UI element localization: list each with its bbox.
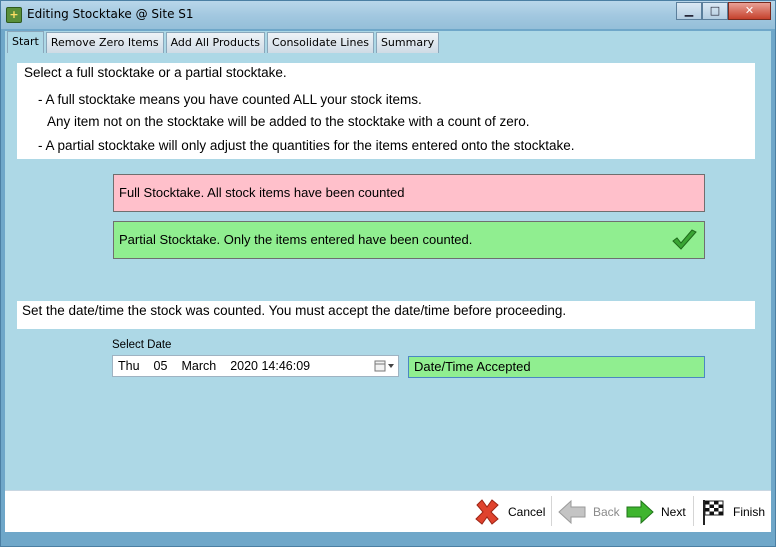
finish-label: Finish <box>733 505 766 519</box>
cancel-button[interactable]: Cancel <box>472 494 545 530</box>
full-stocktake-label: Full Stocktake. All stock items have bee… <box>119 185 405 200</box>
checkmark-icon <box>672 229 697 250</box>
window-title: Editing Stocktake @ Site S1 <box>27 7 194 21</box>
title-bar[interactable]: + Editing Stocktake @ Site S1 ▁ □ ✕ <box>1 1 775 29</box>
tab-remove-zero-items[interactable]: Remove Zero Items <box>45 32 164 53</box>
minimize-button[interactable]: ▁ <box>676 2 702 20</box>
date-month: March <box>181 359 217 373</box>
instructions-full-line: - A full stocktake means you have counte… <box>38 92 422 107</box>
maximize-button[interactable]: □ <box>702 2 728 20</box>
next-button[interactable]: Next <box>625 494 686 530</box>
red-x-icon <box>475 499 499 525</box>
wizard-content: Start Remove Zero Items Add All Products… <box>5 31 771 541</box>
tab-strip: Start Remove Zero Items Add All Products… <box>7 31 441 53</box>
footer-divider <box>551 496 552 526</box>
app-icon: + <box>6 7 22 23</box>
date-instruction: Set the date/time the stock was counted.… <box>22 303 567 318</box>
tab-summary[interactable]: Summary <box>375 32 440 53</box>
footer-divider <box>693 496 694 526</box>
date-year-time: 2020 14:46:09 <box>230 359 311 373</box>
tab-consolidate-lines[interactable]: Consolidate Lines <box>267 32 374 53</box>
back-arrow-icon <box>558 499 586 525</box>
date-number: 05 <box>153 359 168 373</box>
back-label: Back <box>593 505 620 519</box>
date-time-accepted-indicator: Date/Time Accepted <box>408 356 705 378</box>
next-label: Next <box>661 505 686 519</box>
stocktake-window: + Editing Stocktake @ Site S1 ▁ □ ✕ Star… <box>0 0 776 547</box>
cancel-label: Cancel <box>508 505 546 519</box>
wizard-footer: Cancel Back Next Finish <box>5 490 771 532</box>
date-time-picker[interactable]: Thu 05 March 2020 14:46:09 <box>112 355 399 377</box>
instructions-partial-line: - A partial stocktake will only adjust t… <box>38 138 575 153</box>
tab-start[interactable]: Start <box>7 31 44 53</box>
date-day: Thu <box>118 359 140 373</box>
back-button[interactable]: Back <box>557 494 620 530</box>
status-strip <box>5 532 771 541</box>
select-date-label: Select Date <box>112 339 172 351</box>
instructions-heading: Select a full stocktake or a partial sto… <box>24 65 287 80</box>
partial-stocktake-label: Partial Stocktake. Only the items entere… <box>119 232 473 247</box>
full-stocktake-option[interactable]: Full Stocktake. All stock items have bee… <box>113 174 705 212</box>
finish-button[interactable]: Finish <box>701 494 765 530</box>
instructions-full-detail: Any item not on the stocktake will be ad… <box>47 114 530 129</box>
window-controls: ▁ □ ✕ <box>676 2 771 20</box>
partial-stocktake-option[interactable]: Partial Stocktake. Only the items entere… <box>113 221 705 259</box>
tab-add-all-products[interactable]: Add All Products <box>165 32 266 53</box>
calendar-dropdown-icon[interactable] <box>374 358 396 374</box>
close-button[interactable]: ✕ <box>728 2 771 20</box>
next-arrow-icon <box>626 499 654 525</box>
checkered-flag-icon <box>703 500 724 525</box>
